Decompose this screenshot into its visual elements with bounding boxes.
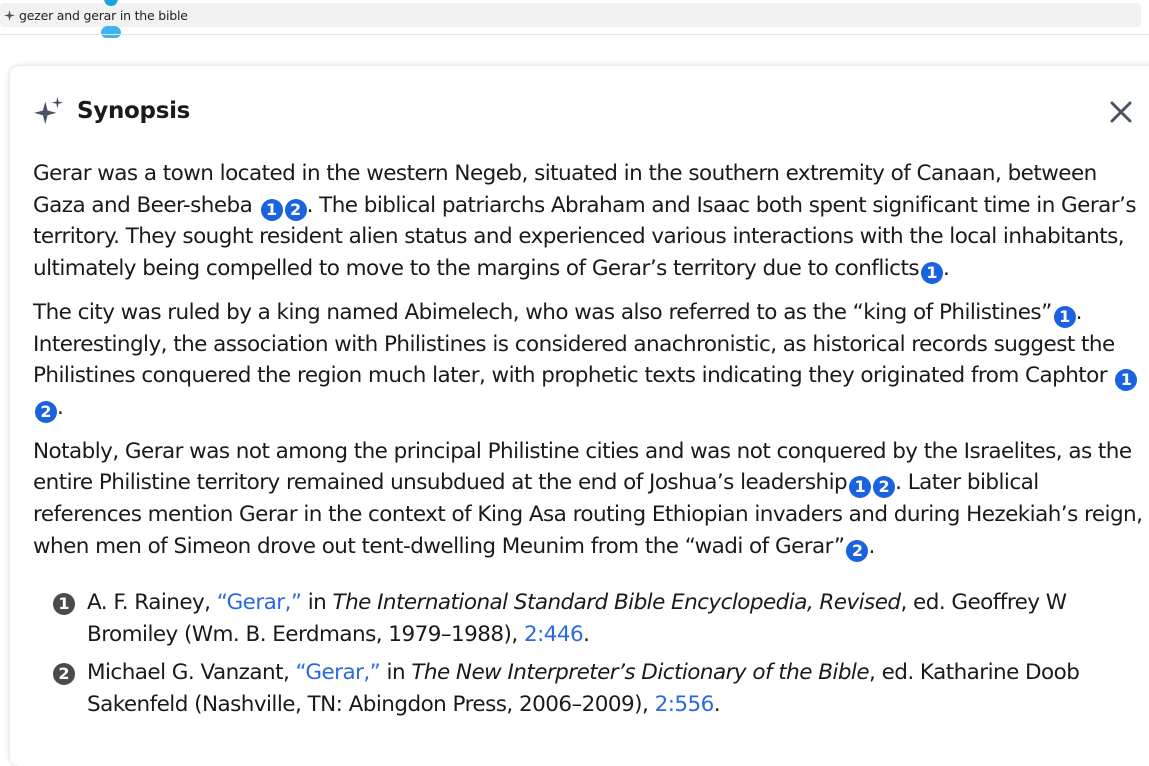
citation-badge[interactable]: 2 <box>284 198 307 221</box>
panel-header: Synopsis <box>34 96 190 126</box>
citation-badge[interactable]: 2 <box>846 539 869 562</box>
sparkle-icon <box>4 9 15 21</box>
synopsis-paragraph: Gerar was a town located in the western … <box>33 158 1143 285</box>
panel-title: Synopsis <box>77 98 191 124</box>
reference-work-title: The New Interpreter’s Dictionary of the … <box>411 660 870 685</box>
reference-author: A. F. Rainey, <box>87 590 217 615</box>
reference-author: Michael G. Vanzant, <box>87 660 296 685</box>
synopsis-paragraph: The city was ruled by a king named Abime… <box>33 297 1143 424</box>
paragraph-text: . <box>868 533 875 559</box>
reference-article-link[interactable]: “Gerar,” <box>217 590 302 615</box>
reference-item: 2 Michael G. Vanzant, “Gerar,” in The Ne… <box>53 657 1143 721</box>
reference-page-link[interactable]: 2:446 <box>524 622 584 647</box>
reference-work-title: The International Standard Bible Encyclo… <box>332 590 902 615</box>
citation-badge[interactable]: 1 <box>849 476 872 499</box>
citation-badge[interactable]: 1 <box>1115 369 1138 392</box>
search-query-text[interactable]: gezer and gerar in the bible <box>19 8 188 23</box>
synopsis-paragraph: Notably, Gerar was not among the princip… <box>33 436 1143 563</box>
reference-end: . <box>713 692 721 717</box>
reference-text: A. F. Rainey, “Gerar,” in The Internatio… <box>87 587 1143 651</box>
references-list: 1 A. F. Rainey, “Gerar,” in The Internat… <box>53 587 1143 727</box>
paragraph-text: . <box>942 256 950 282</box>
citation-badge[interactable]: 1 <box>920 262 943 285</box>
reference-item: 1 A. F. Rainey, “Gerar,” in The Internat… <box>53 587 1143 651</box>
reference-number-badge: 2 <box>53 663 75 685</box>
reference-number-badge: 1 <box>53 593 75 615</box>
reference-in: in <box>301 590 333 615</box>
reference-end: . <box>583 622 590 647</box>
paragraph-text: . <box>57 394 64 420</box>
divider <box>0 34 1149 35</box>
close-icon[interactable] <box>1108 99 1134 125</box>
reference-in: in <box>380 660 412 685</box>
reference-text: Michael G. Vanzant, “Gerar,” in The New … <box>87 657 1143 721</box>
citation-badge[interactable]: 2 <box>873 476 896 499</box>
synopsis-content: Gerar was a town located in the western … <box>33 158 1143 574</box>
citation-badge[interactable]: 2 <box>35 400 57 423</box>
reference-page-link[interactable]: 2:556 <box>655 692 715 717</box>
citation-badge[interactable]: 1 <box>1053 305 1076 328</box>
sparkle-icon <box>34 96 64 125</box>
reference-article-link[interactable]: “Gerar,” <box>296 660 381 685</box>
citation-badge[interactable]: 1 <box>260 198 283 221</box>
search-bar[interactable]: gezer and gerar in the bible <box>0 3 1141 27</box>
selection-handle-bottom[interactable] <box>101 26 121 38</box>
synopsis-panel: Synopsis Gerar was a town located in the… <box>10 66 1149 766</box>
paragraph-text: The city was ruled by a king named Abime… <box>33 299 1052 325</box>
